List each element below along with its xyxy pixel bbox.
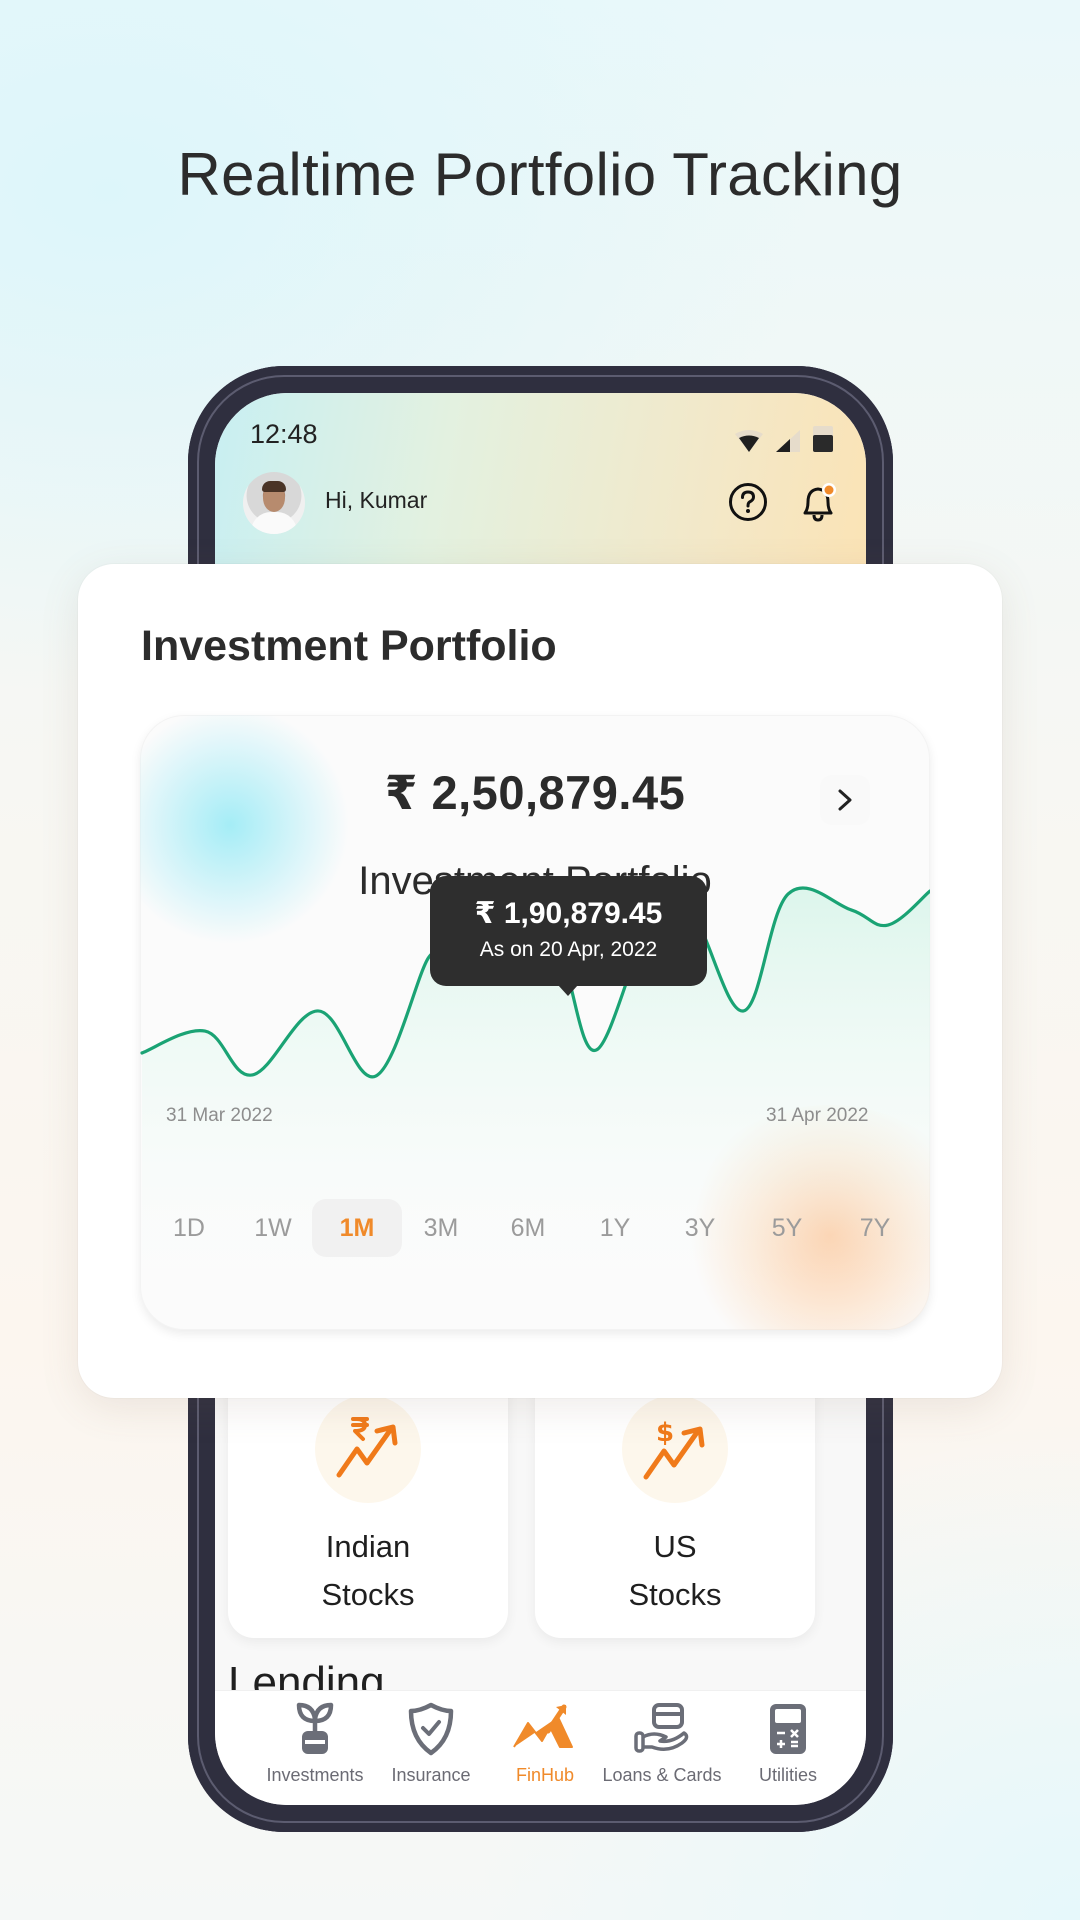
nav-item-finhub[interactable]: FinHub	[495, 1701, 595, 1786]
nav-item-loans-cards[interactable]: Loans & Cards	[597, 1701, 727, 1786]
tile-icon-bg	[315, 1395, 421, 1503]
chart-data-point	[742, 1009, 746, 1013]
chart-data-point	[140, 1051, 144, 1055]
battery-icon	[813, 426, 833, 452]
range-button-6m[interactable]: 6M	[483, 1199, 573, 1257]
notification-dot	[824, 485, 834, 495]
chart-data-point	[594, 1048, 598, 1052]
range-button-3m[interactable]: 3M	[396, 1199, 486, 1257]
tooltip-date: As on 20 Apr, 2022	[479, 938, 658, 961]
bell-icon[interactable]	[797, 480, 839, 524]
bottom-nav: Investments Insurance FinHub Loans & Car…	[215, 1690, 866, 1805]
nav-item-investments[interactable]: Investments	[265, 1701, 365, 1786]
shield-check-icon	[408, 1702, 454, 1756]
tile-us-stocks[interactable]: $ US Stocks	[535, 1383, 815, 1638]
finhub-trend-icon	[513, 1704, 573, 1748]
greeting: Hi, Kumar	[325, 487, 428, 513]
status-time: 12:48	[250, 419, 318, 449]
rupee-trend-up-icon	[336, 1417, 398, 1478]
x-tick-label-end: 31 Apr 2022	[766, 1105, 869, 1126]
x-tick-label-start: 31 Mar 2022	[166, 1105, 273, 1126]
tile-indian-stocks[interactable]: Indian Stocks	[228, 1383, 508, 1638]
tile-icon-bg: $	[622, 1395, 728, 1503]
svg-text:$: $	[656, 1418, 674, 1448]
nav-item-utilities[interactable]: Utilities	[738, 1701, 838, 1786]
range-button-1w[interactable]: 1W	[228, 1199, 318, 1257]
dollar-trend-up-icon: $	[643, 1418, 705, 1480]
headline: Realtime Portfolio Tracking	[177, 141, 903, 208]
chart-data-point	[203, 1029, 207, 1033]
help-circle-icon[interactable]	[728, 482, 768, 522]
tile-label: Indian Stocks	[321, 1529, 415, 1612]
chart-data-point	[849, 908, 853, 912]
plant-pot-icon	[296, 1702, 334, 1754]
status-icons	[734, 425, 834, 453]
hand-card-icon	[634, 1703, 689, 1753]
range-button-1d[interactable]: 1D	[144, 1199, 234, 1257]
range-button-7y[interactable]: 7Y	[830, 1199, 920, 1257]
avatar[interactable]	[243, 472, 305, 534]
tile-label: US Stocks	[628, 1529, 722, 1612]
time-range-selector: 1D 1W 1M 3M 6M 1Y 3Y 5Y 7Y	[140, 1199, 930, 1257]
nav-item-insurance[interactable]: Insurance	[381, 1701, 481, 1786]
chart-data-point	[374, 1074, 378, 1078]
chart-tooltip: ₹ 1,90,879.45 As on 20 Apr, 2022	[430, 876, 707, 996]
chart-data-point	[250, 1073, 254, 1077]
investment-portfolio-card: Investment Portfolio ₹ 2,50,879.45 Inves…	[78, 564, 1002, 1398]
tooltip-value: ₹ 1,90,879.45	[474, 897, 663, 930]
signal-icon	[776, 430, 800, 452]
range-button-3y[interactable]: 3Y	[655, 1199, 745, 1257]
chart-data-point	[786, 892, 790, 896]
chart-data-point	[316, 1009, 320, 1013]
wifi-icon	[735, 430, 763, 452]
range-button-1m[interactable]: 1M	[312, 1199, 402, 1257]
app-header: 12:48 Hi, Kumar	[215, 393, 866, 593]
range-button-1y[interactable]: 1Y	[570, 1199, 660, 1257]
card-title: Investment Portfolio	[141, 622, 557, 670]
range-button-5y[interactable]: 5Y	[742, 1199, 832, 1257]
chart-data-point	[886, 923, 890, 927]
calculator-icon	[770, 1704, 806, 1754]
portfolio-chart-card[interactable]: ₹ 2,50,879.45 Investment Portfolio ₹ 1,9…	[140, 715, 930, 1330]
